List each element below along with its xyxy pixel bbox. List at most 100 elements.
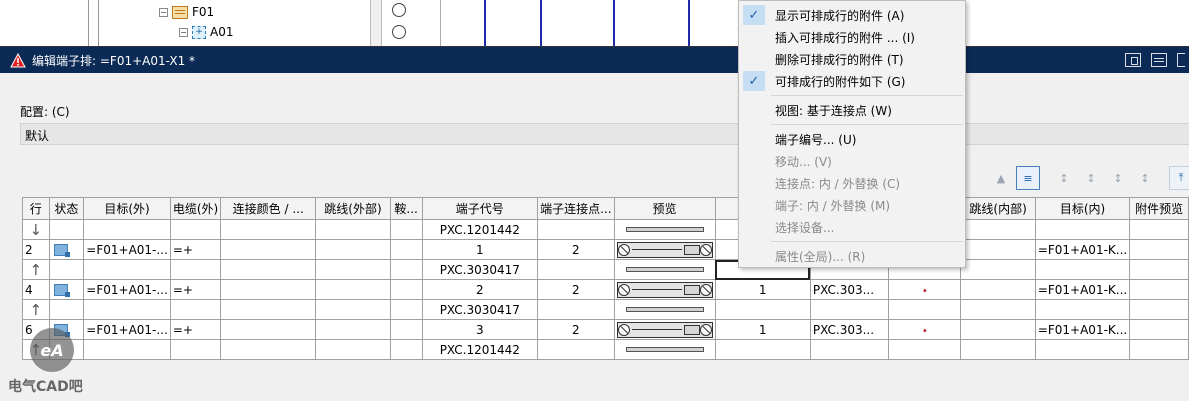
menu-item-accessory-below[interactable]: ✓ 可排成行的附件如下 (G) [739,70,965,92]
menu-item-swap-terminals[interactable]: 端子: 内 / 外替换 (M) [739,194,965,216]
jumper-remove-icon[interactable]: ↕ [1133,166,1157,190]
grid-cell[interactable] [389,239,423,260]
grid-cell[interactable] [220,239,317,260]
marker-cell[interactable]: • [888,279,962,300]
grid-cell[interactable] [537,299,615,320]
marker-cell[interactable]: • [888,319,962,340]
grid-cell[interactable] [1129,279,1189,300]
collapse-toggle-icon[interactable]: − [159,7,168,17]
column-header[interactable]: 预览 [613,197,716,220]
tree-node-f01[interactable]: − F01 [159,5,214,19]
menu-item-move[interactable]: 移动... (V) [739,150,965,172]
part-cell[interactable]: PXC.303... [809,319,890,340]
column-header[interactable]: 鞍... [389,197,423,220]
row-header[interactable]: ↑ [22,259,50,280]
target-in-cell[interactable]: =F01+A01-K... [1034,319,1131,340]
collapse-toggle-icon[interactable]: − [179,27,188,37]
terminal-code-cell[interactable]: PXC.3030417 [421,299,539,320]
connection-in-cell[interactable]: 1 [714,319,811,340]
grid-cell[interactable] [83,339,171,360]
grid-cell[interactable] [1129,259,1189,280]
row-header[interactable]: ↑ [22,299,50,320]
grid-cell[interactable] [315,319,391,340]
grid-cell[interactable] [389,319,423,340]
grid-cell[interactable] [960,319,1036,340]
grid-cell[interactable] [389,279,423,300]
table-row[interactable]: ↓ PXC.1201442 [22,219,1189,240]
grid-cell[interactable] [960,339,1036,360]
menu-item-swap-connection-points[interactable]: 连接点: 内 / 外替换 (C) [739,172,965,194]
menu-item-show-accessories[interactable]: ✓ 显示可排成行的附件 (A) [739,4,965,26]
panel-splitter[interactable] [370,0,382,46]
grid-cell[interactable] [48,259,85,280]
grid-cell[interactable] [220,319,317,340]
grid-cell[interactable] [960,259,1036,280]
grid-cell[interactable] [389,339,423,360]
column-header[interactable]: 目标(外) [83,197,171,220]
row-header[interactable]: 4 [22,279,50,300]
config-dropdown[interactable]: 默认 [20,123,1189,145]
grid-cell[interactable] [714,299,811,320]
grid-cell[interactable] [888,339,962,360]
grid-cell[interactable] [169,339,222,360]
grid-cell[interactable] [169,259,222,280]
grid-cell[interactable] [315,299,391,320]
jumper-icon[interactable]: ↕ [1052,166,1076,190]
grid-cell[interactable] [960,219,1036,240]
grid-cell[interactable] [315,259,391,280]
grid-cell[interactable] [809,299,890,320]
jumper-delete-icon[interactable]: ↕ [1079,166,1103,190]
column-header[interactable]: 行 [22,197,50,220]
connection-point-cell[interactable]: 2 [537,239,615,260]
grid-cell[interactable] [48,299,85,320]
target-out-cell[interactable]: =F01+A01-... [83,279,171,300]
tree-node-a01[interactable]: − + A01 [179,25,233,39]
terminal-code-cell[interactable]: PXC.1201442 [421,219,539,240]
table-row[interactable]: 4 =F01+A01-... =+ 2 2 1 PXC.303... • =F0… [22,279,1189,300]
column-header[interactable]: 电缆(外) [169,197,222,220]
grid-cell[interactable] [169,299,222,320]
grid-cell[interactable] [1129,219,1189,240]
column-header[interactable]: 端子连接点... [537,197,615,220]
grid-cell[interactable] [1129,239,1189,260]
menu-item-select-device[interactable]: 选择设备... [739,216,965,238]
dock-icon[interactable] [1125,53,1141,67]
grid-cell[interactable] [1034,339,1131,360]
pin-top-icon[interactable]: ⤒ [1169,166,1189,190]
cable-out-cell[interactable]: =+ [169,319,222,340]
dialog-titlebar[interactable]: 编辑端子排: =F01+A01-X1 * [0,47,1189,73]
target-in-cell[interactable]: =F01+A01-K... [1034,279,1131,300]
column-header[interactable]: 跳线(内部) [960,197,1036,220]
grid-cell[interactable] [960,299,1036,320]
grid-cell[interactable] [220,299,317,320]
table-row[interactable]: ↑ PXC.3030417 [22,299,1189,320]
table-row[interactable]: ↑ PXC.3030417 [22,259,1189,280]
grid-cell[interactable] [1129,299,1189,320]
terminal-code-cell[interactable]: 1 [421,239,539,260]
grid-cell[interactable] [960,239,1036,260]
table-row[interactable]: 6 =F01+A01-... =+ 3 2 1 PXC.303... • =F0… [22,319,1189,340]
grid-cell[interactable] [83,299,171,320]
grid-cell[interactable] [48,219,85,240]
row-header[interactable]: 2 [22,239,50,260]
grid-cell[interactable] [1129,319,1189,340]
grid-cell[interactable] [315,219,391,240]
grid-cell[interactable] [220,259,317,280]
jumper-insert-icon[interactable]: ↕ [1106,166,1130,190]
grid-cell[interactable] [220,339,317,360]
table-row[interactable]: ↑ PXC.1201442 [22,339,1189,360]
menu-item-view-connection-points[interactable]: 视图: 基于连接点 (W) [739,99,965,121]
table-row[interactable]: 2 =F01+A01-... =+ 1 2 =F01+A01-K... [22,239,1189,260]
menu-item-insert-accessory[interactable]: 插入可排成行的附件 ... (I) [739,26,965,48]
connection-in-cell[interactable]: 1 [714,279,811,300]
cable-out-cell[interactable]: =+ [169,239,222,260]
menu-item-terminal-numbering[interactable]: 端子编号... (U) [739,128,965,150]
grid-cell[interactable] [537,219,615,240]
terminal-code-cell[interactable]: 2 [421,279,539,300]
menu-item-global-properties[interactable]: 属性(全局)... (R) [739,245,965,267]
move-up-icon[interactable]: ▲ [989,166,1013,190]
grid-cell[interactable] [960,279,1036,300]
row-header[interactable]: ↓ [22,219,50,240]
grid-cell[interactable] [315,239,391,260]
column-header[interactable]: 附件预览 [1129,197,1189,220]
